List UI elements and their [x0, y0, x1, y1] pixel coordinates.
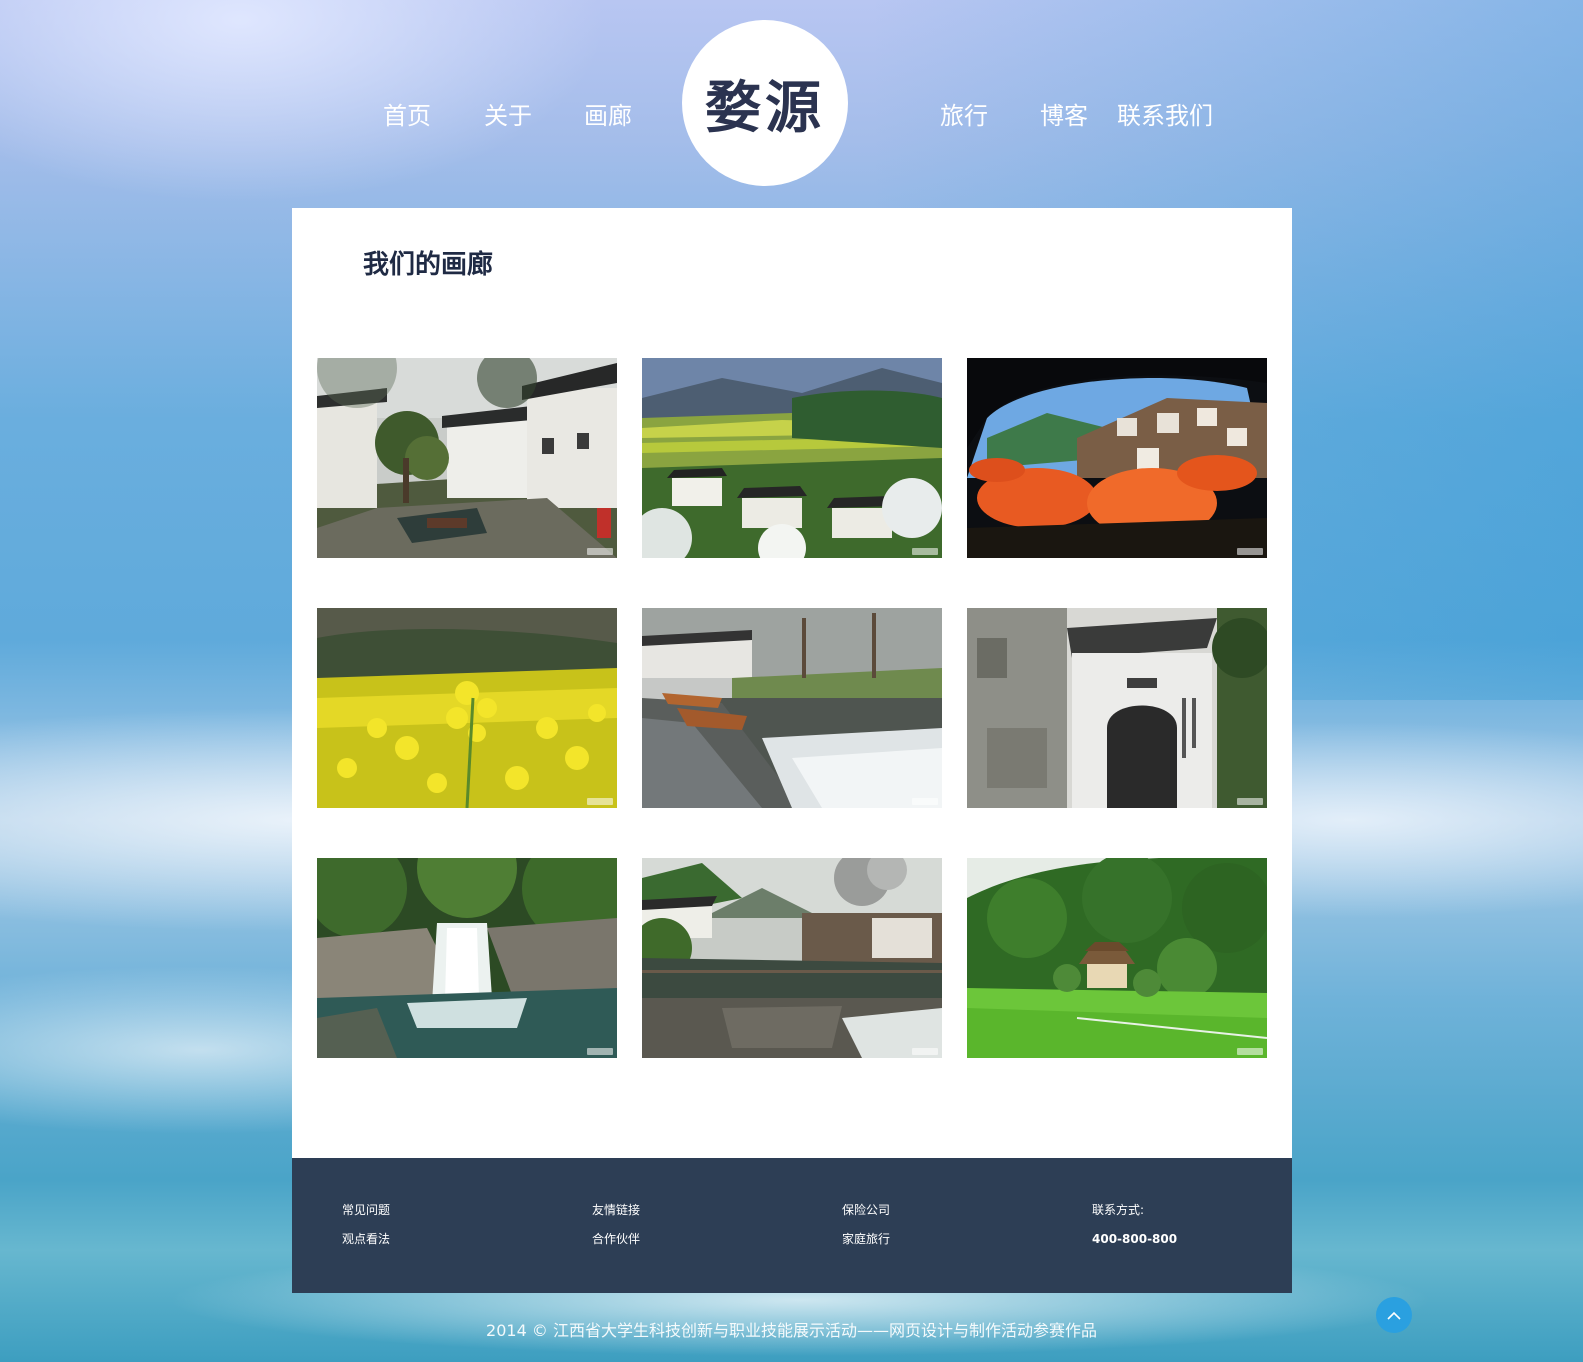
footer-col-3: 保险公司 家庭旅行: [842, 1202, 1042, 1260]
logo-text: 婺源: [705, 74, 825, 141]
terraced-fields-photo[interactable]: [642, 358, 942, 558]
waterfall-photo[interactable]: [317, 858, 617, 1058]
rapeseed-flowers-photo[interactable]: [317, 608, 617, 808]
watermark: [912, 548, 938, 555]
ancient-gate-photo[interactable]: [967, 608, 1267, 808]
nav-blog[interactable]: 博客: [1040, 96, 1088, 132]
nav-gallery[interactable]: 画廊: [584, 96, 632, 132]
page-title: 我们的画廊: [363, 250, 494, 280]
footer-link-opinions[interactable]: 观点看法: [342, 1231, 542, 1247]
footer: 常见问题 观点看法 友情链接 合作伙伴 保险公司 家庭旅行 联系方式: 400-…: [292, 1158, 1292, 1293]
footer-col-2: 友情链接 合作伙伴: [592, 1202, 792, 1260]
footer-link-family-travel[interactable]: 家庭旅行: [842, 1231, 1042, 1247]
watermark: [912, 798, 938, 805]
riverside-village-photo[interactable]: [642, 858, 942, 1058]
drying-chili-baskets-photo[interactable]: [967, 358, 1267, 558]
photo-grid: [317, 358, 1267, 1058]
nav-home[interactable]: 首页: [383, 96, 431, 132]
gallery-panel: 我们的画廊: [292, 208, 1292, 1158]
watermark: [587, 798, 613, 805]
nav-contact[interactable]: 联系我们: [1117, 96, 1213, 132]
mountain-temple-photo[interactable]: [967, 858, 1267, 1058]
watermark: [587, 548, 613, 555]
footer-link-insurance[interactable]: 保险公司: [842, 1202, 1042, 1218]
back-to-top-button[interactable]: [1376, 1297, 1412, 1333]
footer-col-contact: 联系方式: 400-800-800: [1092, 1202, 1292, 1260]
contact-phone: 400-800-800: [1092, 1232, 1178, 1246]
nav-about[interactable]: 关于: [484, 96, 532, 132]
river-boats-photo[interactable]: [642, 608, 942, 808]
footer-link-faq[interactable]: 常见问题: [342, 1202, 542, 1218]
watermark: [587, 1048, 613, 1055]
watermark: [1237, 548, 1263, 555]
copyright: 2014 © 江西省大学生科技创新与职业技能展示活动——网页设计与制作活动参赛作…: [486, 1321, 1097, 1340]
nav-travel[interactable]: 旅行: [940, 96, 988, 132]
footer-link-friend-links[interactable]: 友情链接: [592, 1202, 792, 1218]
footer-link-partners[interactable]: 合作伙伴: [592, 1231, 792, 1247]
village-street-photo[interactable]: [317, 358, 617, 558]
watermark: [912, 1048, 938, 1055]
logo[interactable]: 婺源: [682, 20, 848, 186]
watermark: [1237, 798, 1263, 805]
footer-col-1: 常见问题 观点看法: [342, 1202, 542, 1260]
chevron-up-icon: [1387, 1306, 1401, 1325]
contact-label: 联系方式:: [1092, 1203, 1145, 1217]
watermark: [1237, 1048, 1263, 1055]
